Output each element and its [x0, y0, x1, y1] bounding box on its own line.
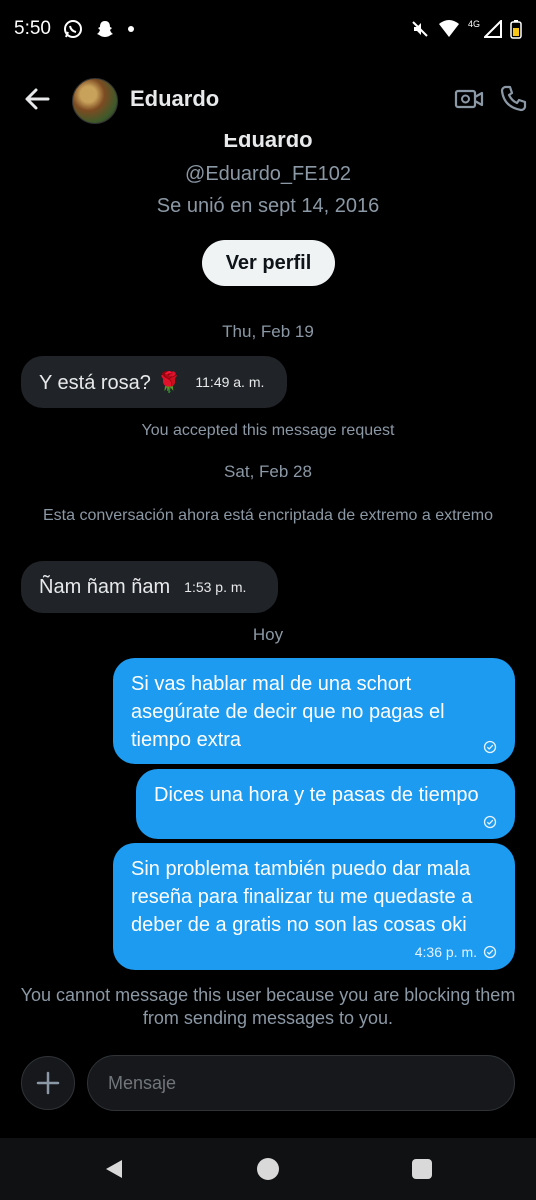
plus-icon	[36, 1071, 60, 1095]
date-divider: Hoy	[252, 625, 284, 644]
message-text: Sin problema también puedo dar mala rese…	[131, 858, 473, 936]
view-profile-button[interactable]: Ver perfil	[202, 240, 335, 286]
blocked-notice: You cannot message this user because you…	[20, 985, 516, 1028]
check-circle-icon	[483, 815, 497, 829]
profile-handle: @Eduardo_FE102	[185, 163, 351, 185]
date-divider: Thu, Feb 19	[222, 322, 314, 341]
nav-recents-icon[interactable]	[412, 1159, 432, 1179]
incoming-message[interactable]: Ñam ñam ñam 1:53 p. m.	[21, 561, 278, 613]
check-circle-icon	[483, 945, 497, 959]
encryption-notice: Esta conversación ahora está encriptada …	[42, 507, 494, 524]
avatar[interactable]	[72, 78, 118, 124]
profile-name: Eduardo	[0, 134, 536, 152]
status-right: 4G	[410, 19, 522, 39]
message-time: 1:53 p. m.	[184, 579, 247, 595]
system-navigation-bar	[0, 1138, 536, 1200]
date-divider: Sat, Feb 28	[224, 462, 312, 481]
add-attachment-button[interactable]	[21, 1056, 75, 1110]
header-name[interactable]: Eduardo	[130, 86, 219, 112]
status-time: 5:50	[14, 18, 51, 39]
status-bar: 5:50 4G	[0, 0, 536, 58]
snapchat-icon	[96, 21, 113, 37]
nav-home-icon[interactable]	[257, 1158, 279, 1180]
check-circle-icon	[483, 740, 497, 754]
outgoing-message[interactable]: Si vas hablar mal de una schort asegúrat…	[113, 658, 515, 764]
wifi-icon	[438, 20, 459, 37]
network-type: 4G	[467, 19, 480, 29]
battery-icon	[510, 20, 522, 39]
message-text: Si vas hablar mal de una schort asegúrat…	[131, 673, 445, 751]
mute-icon	[412, 21, 428, 37]
message-text: Ñam ñam ñam	[39, 575, 171, 598]
dot-icon	[127, 26, 134, 32]
whatsapp-icon	[63, 20, 82, 38]
conversation-header: Eduardo	[0, 70, 536, 128]
incoming-message[interactable]: Y está rosa? 🌹 11:49 a. m.	[21, 356, 287, 408]
message-meta: 4:36 p. m.	[415, 944, 497, 960]
message-meta	[483, 815, 497, 829]
message-text: Dices una hora y te pasas de tiempo	[154, 784, 479, 806]
outgoing-message[interactable]: Dices una hora y te pasas de tiempo	[136, 769, 515, 839]
nav-back-icon[interactable]	[104, 1159, 124, 1179]
message-text: Y está rosa? 🌹	[39, 371, 182, 394]
message-input[interactable]: Mensaje	[87, 1055, 515, 1111]
phone-icon[interactable]	[500, 84, 528, 112]
signal-icon	[484, 20, 502, 38]
system-message: You accepted this message request	[141, 422, 395, 439]
back-arrow-icon[interactable]	[22, 84, 52, 114]
outgoing-message[interactable]: Sin problema también puedo dar mala rese…	[113, 843, 515, 970]
profile-joined-date: Se unió en sept 14, 2016	[156, 195, 380, 217]
message-time: 11:49 a. m.	[195, 374, 265, 390]
status-left: 5:50	[14, 18, 135, 40]
message-time: 4:36 p. m.	[414, 944, 477, 960]
profile-name-text: Eduardo	[223, 134, 313, 152]
message-meta	[483, 740, 497, 754]
message-input-placeholder: Mensaje	[108, 1072, 177, 1093]
video-icon[interactable]	[454, 86, 484, 112]
